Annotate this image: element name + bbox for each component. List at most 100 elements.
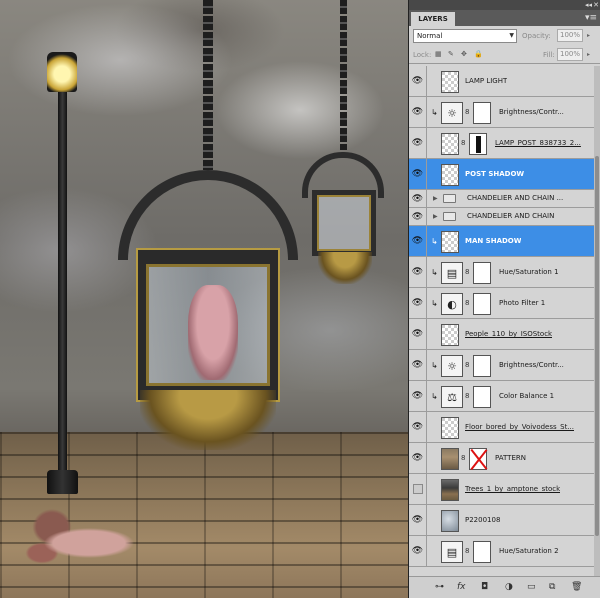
- layers-scrollbar[interactable]: [594, 66, 600, 576]
- layer-row[interactable]: 👁 ↳ ⚖ 8 Color Balance 1: [409, 381, 595, 412]
- lock-image-icon[interactable]: ✎: [448, 50, 454, 59]
- visibility-toggle[interactable]: 👁: [409, 66, 427, 96]
- fill-input[interactable]: 100%: [557, 48, 583, 61]
- layer-row[interactable]: 👁 8 PATTERN: [409, 443, 595, 474]
- group-folder-icon[interactable]: ▭: [527, 582, 536, 592]
- trash-icon[interactable]: 🗑: [571, 582, 582, 592]
- eye-icon: 👁: [411, 546, 424, 556]
- fx-icon[interactable]: fx: [457, 582, 466, 592]
- layer-mask-thumbnail[interactable]: [473, 262, 491, 284]
- eye-icon: 👁: [411, 138, 424, 148]
- visibility-toggle[interactable]: 👁: [409, 505, 427, 535]
- layers-list: 👁 LAMP LIGHT 👁 ↳ ☼ 8 Brightness/Contr... 👁 8 LAMP…: [409, 66, 595, 576]
- disclosure-triangle-icon[interactable]: ▶: [433, 213, 438, 220]
- visibility-toggle[interactable]: 👁: [409, 97, 427, 127]
- layer-mask-thumbnail[interactable]: [473, 293, 491, 315]
- layer-row[interactable]: 👁 Floor_bored_by_Voivodess_St...: [409, 412, 595, 443]
- disclosure-triangle-icon[interactable]: ▶: [433, 195, 438, 202]
- layer-thumbnail[interactable]: [441, 479, 459, 501]
- lock-position-icon[interactable]: ✥: [461, 50, 467, 59]
- visibility-toggle[interactable]: 👁: [409, 443, 427, 473]
- layer-row[interactable]: 👁 POST SHADOW: [409, 159, 595, 190]
- fill-arrow-icon[interactable]: ▸: [587, 51, 590, 58]
- visibility-toggle[interactable]: 👁: [409, 319, 427, 349]
- visibility-toggle[interactable]: 👁: [409, 226, 427, 256]
- layer-row[interactable]: Trees_1_by_amptone_stock: [409, 474, 595, 505]
- visibility-toggle[interactable]: 👁: [409, 159, 427, 189]
- layer-row[interactable]: 👁 ▶ CHANDELIER AND CHAIN: [409, 208, 595, 226]
- visibility-toggle[interactable]: 👁: [409, 257, 427, 287]
- layer-row[interactable]: 👁 ↳ ☼ 8 Brightness/Contr...: [409, 350, 595, 381]
- lantern-large-base: [140, 390, 276, 450]
- layer-mask-thumbnail[interactable]: [469, 133, 487, 155]
- layer-thumbnail[interactable]: [441, 231, 459, 253]
- layer-thumbnail[interactable]: [441, 417, 459, 439]
- figure-in-lantern: [188, 285, 238, 380]
- lamp-post-base: [47, 470, 78, 494]
- layer-row[interactable]: 👁 ▤ 8 Hue/Saturation 2: [409, 536, 595, 567]
- layer-thumbnail[interactable]: [441, 164, 459, 186]
- chain-link-icon[interactable]: 8: [465, 547, 469, 555]
- layer-name: MAN SHADOW: [465, 237, 522, 245]
- adjustment-thumbnail[interactable]: ☼: [441, 102, 463, 124]
- visibility-toggle[interactable]: 👁: [409, 190, 427, 207]
- document-canvas[interactable]: [0, 0, 408, 598]
- layer-mask-thumbnail[interactable]: [473, 355, 491, 377]
- scrollbar-thumb[interactable]: [595, 156, 599, 536]
- panel-menu-icon[interactable]: ▾≡: [585, 13, 597, 23]
- layer-row[interactable]: 👁 LAMP LIGHT: [409, 66, 595, 97]
- layer-mask-thumbnail[interactable]: [473, 386, 491, 408]
- chain-link-icon[interactable]: 8: [461, 139, 465, 147]
- adjustment-thumbnail[interactable]: ⚖: [441, 386, 463, 408]
- layer-mask-thumbnail[interactable]: [469, 448, 487, 470]
- new-layer-icon[interactable]: ⧉: [549, 582, 555, 592]
- chain-link-icon[interactable]: 8: [465, 268, 469, 276]
- layer-row[interactable]: 👁 ↳ ◐ 8 Photo Filter 1: [409, 288, 595, 319]
- chain-link-icon[interactable]: 8: [465, 299, 469, 307]
- layer-thumbnail[interactable]: [441, 448, 459, 470]
- layer-mask-thumbnail[interactable]: [473, 541, 491, 563]
- add-mask-icon[interactable]: ◘: [481, 582, 488, 592]
- chain-link-icon[interactable]: 8: [465, 392, 469, 400]
- adjustment-thumbnail[interactable]: ▤: [441, 262, 463, 284]
- layer-row[interactable]: 👁 ↳ MAN SHADOW: [409, 226, 595, 257]
- chain-link-icon[interactable]: 8: [461, 454, 465, 462]
- lock-transparency-icon[interactable]: ▦: [435, 50, 442, 59]
- adjustment-thumbnail[interactable]: ◐: [441, 293, 463, 315]
- layer-row[interactable]: 👁 ↳ ☼ 8 Brightness/Contr...: [409, 97, 595, 128]
- adjustment-icon[interactable]: ◑: [505, 582, 513, 592]
- visibility-toggle[interactable]: 👁: [409, 536, 427, 566]
- layer-thumbnail[interactable]: [441, 133, 459, 155]
- visibility-toggle[interactable]: 👁: [409, 128, 427, 158]
- collapse-panel-icon[interactable]: ◂◂: [585, 0, 592, 10]
- opacity-input[interactable]: 100%: [557, 29, 583, 42]
- layer-thumbnail[interactable]: [441, 324, 459, 346]
- layer-mask-thumbnail[interactable]: [473, 102, 491, 124]
- tab-layers[interactable]: LAYERS: [411, 12, 455, 26]
- visibility-toggle[interactable]: 👁: [409, 412, 427, 442]
- visibility-toggle[interactable]: 👁: [409, 208, 427, 225]
- lock-all-icon[interactable]: 🔒: [474, 50, 483, 59]
- layer-row[interactable]: 👁 8 LAMP_POST_838733_2...: [409, 128, 595, 159]
- adjustment-thumbnail[interactable]: ▤: [441, 541, 463, 563]
- layer-row[interactable]: 👁 ↳ ▤ 8 Hue/Saturation 1: [409, 257, 595, 288]
- visibility-toggle[interactable]: 👁: [409, 381, 427, 411]
- visibility-toggle[interactable]: 👁: [409, 350, 427, 380]
- visibility-toggle[interactable]: 👁: [409, 288, 427, 318]
- layer-row[interactable]: 👁 P2200108: [409, 505, 595, 536]
- layer-thumbnail[interactable]: [441, 71, 459, 93]
- link-icon[interactable]: ⊶: [435, 582, 444, 592]
- chain-link-icon[interactable]: 8: [465, 361, 469, 369]
- chain-link-icon[interactable]: 8: [465, 108, 469, 116]
- opacity-arrow-icon[interactable]: ▸: [587, 32, 590, 39]
- close-panel-icon[interactable]: ✕: [593, 0, 599, 10]
- layer-thumbnail[interactable]: [441, 510, 459, 532]
- lamp-post: [58, 90, 67, 490]
- eye-icon: 👁: [411, 422, 424, 432]
- visibility-toggle[interactable]: [409, 474, 427, 504]
- adjustment-thumbnail[interactable]: ☼: [441, 355, 463, 377]
- layer-row[interactable]: 👁 ▶ CHANDELIER AND CHAIN ...: [409, 190, 595, 208]
- blend-mode-select[interactable]: Normal ▼: [413, 29, 517, 43]
- layer-row[interactable]: 👁 People_110_by_ISOStock: [409, 319, 595, 350]
- lantern-small: [312, 190, 376, 256]
